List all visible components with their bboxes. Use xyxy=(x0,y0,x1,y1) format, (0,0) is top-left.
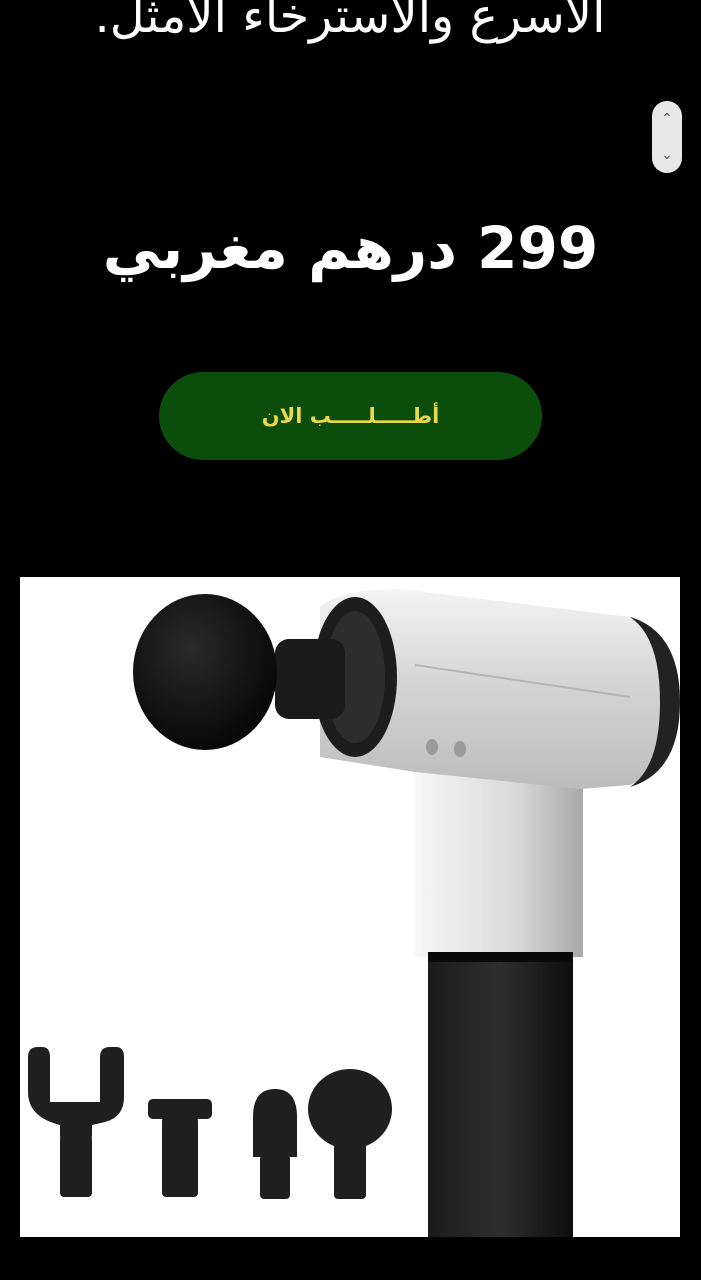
product-image xyxy=(20,577,680,1237)
scroll-control[interactable]: ⌃ ⌄ xyxy=(652,101,682,173)
gun-grip xyxy=(428,952,573,1237)
bullet-attachment xyxy=(253,1089,297,1199)
flat-attachment xyxy=(148,1099,212,1197)
massage-head xyxy=(133,594,277,750)
fork-attachment xyxy=(28,1047,124,1197)
headline: الأسرع والاسترخاء الأمثل. xyxy=(94,0,606,44)
chevron-up-icon[interactable]: ⌃ xyxy=(652,104,682,134)
chevron-down-icon[interactable]: ⌄ xyxy=(652,140,682,170)
ball-attachment xyxy=(308,1069,392,1199)
order-now-button[interactable]: أطـــــلـــــب الان xyxy=(159,372,542,460)
gun-handle xyxy=(415,757,583,957)
price: 299 درهم مغربي xyxy=(102,214,599,282)
